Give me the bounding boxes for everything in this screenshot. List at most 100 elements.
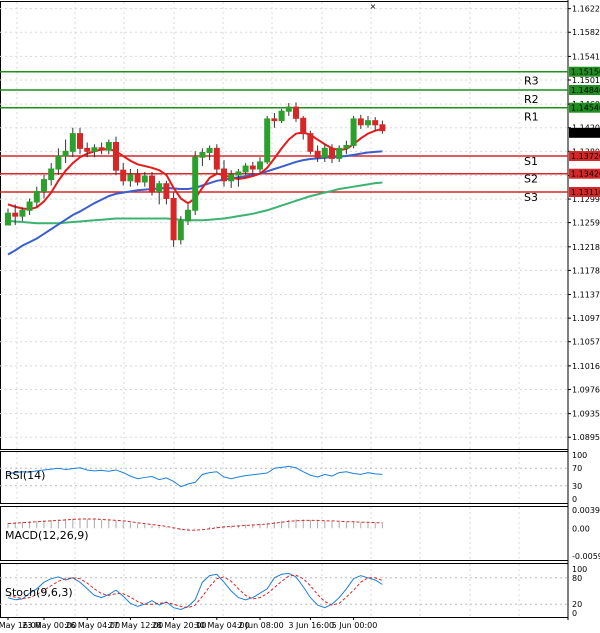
candle-body xyxy=(127,174,134,182)
candle-body xyxy=(372,120,379,126)
candle-body xyxy=(379,124,386,132)
pivot-price-tag-text: 1.14540 xyxy=(571,104,600,113)
candle-body xyxy=(321,147,328,158)
rsi-tick-label: 30 xyxy=(572,482,582,491)
candle-body xyxy=(62,150,69,157)
candle xyxy=(170,192,177,247)
candle-body xyxy=(350,118,357,146)
y-tick-label: 1.10160 xyxy=(572,362,600,371)
pivot-price-tag-text: 1.14840 xyxy=(571,86,600,95)
y-tick-label: 1.15410 xyxy=(572,52,600,61)
candle-body xyxy=(91,147,98,152)
candle-body xyxy=(141,175,148,183)
y-tick-label: 1.15820 xyxy=(572,28,600,37)
candle-body xyxy=(329,147,335,159)
panel-stoch xyxy=(0,563,569,618)
pivot-price-tag-text: 1.13720 xyxy=(571,152,600,161)
candle-body xyxy=(26,201,33,211)
candle-body xyxy=(55,155,62,170)
candle-body xyxy=(278,110,285,122)
stoch-label: Stoch(9,6,3) xyxy=(5,586,73,599)
x-tick-label: 5 Jun 00:00 xyxy=(332,621,378,630)
candle-body xyxy=(221,168,227,182)
candle-body xyxy=(120,169,127,182)
candle-body xyxy=(357,118,364,126)
pivot-price-tag-text: 1.13110 xyxy=(571,188,600,197)
y-tick-label: 1.11370 xyxy=(572,291,600,300)
candle-body xyxy=(192,156,199,211)
candle-body xyxy=(365,120,371,126)
candle-body xyxy=(343,144,350,149)
current-price-tag-text: 1.14114 xyxy=(571,129,600,138)
candle-body xyxy=(249,165,256,170)
candle-body xyxy=(19,209,26,217)
candle xyxy=(264,115,271,165)
candle-body xyxy=(235,171,242,176)
candle-body xyxy=(199,151,206,158)
candle-body xyxy=(228,174,235,182)
pivot-label-r2: R2 xyxy=(524,93,539,106)
stoch-tick-label: 20 xyxy=(572,600,582,609)
rsi-tick-label: 100 xyxy=(572,451,587,460)
candle-body xyxy=(149,175,155,192)
pivot-label-s3: S3 xyxy=(524,191,538,204)
candle-body xyxy=(12,212,19,217)
candle-body xyxy=(5,212,11,226)
y-tick-label: 1.09760 xyxy=(572,385,600,394)
candle-body xyxy=(257,161,263,170)
candle-body xyxy=(170,197,177,241)
panel-rsi xyxy=(0,451,569,504)
panel-main xyxy=(0,1,569,450)
candle xyxy=(350,115,357,149)
candle-body xyxy=(264,118,271,163)
rsi-tick-label: 0 xyxy=(572,495,577,504)
y-tick-label: 1.10570 xyxy=(572,338,600,347)
y-tick-label: 1.12180 xyxy=(572,243,600,252)
y-tick-label: 1.11780 xyxy=(572,266,600,275)
candle xyxy=(278,108,285,124)
candle-body xyxy=(242,165,249,173)
candle-body xyxy=(314,150,321,158)
pivot-label-s1: S1 xyxy=(524,155,538,168)
candle-body xyxy=(48,168,55,181)
candle-body xyxy=(84,147,91,152)
candle xyxy=(113,136,119,175)
candle-body xyxy=(77,133,83,149)
y-tick-label: 1.12590 xyxy=(572,219,600,228)
candle-body xyxy=(41,179,47,192)
candle-body xyxy=(134,174,141,183)
macd-label: MACD(12,26,9) xyxy=(5,529,89,542)
candle-body xyxy=(163,183,170,199)
candle-body xyxy=(206,147,213,153)
stoch-tick-label: 80 xyxy=(572,574,582,583)
y-tick-label: 1.16220 xyxy=(572,5,600,14)
candle-body xyxy=(105,141,112,151)
macd-tick-label: -0.00594 xyxy=(572,552,600,561)
candle-body xyxy=(33,190,40,203)
pivot-label-r1: R1 xyxy=(524,111,539,124)
rsi-label: RSI(14) xyxy=(5,469,45,482)
candle xyxy=(307,130,314,155)
y-tick-label: 1.15010 xyxy=(572,76,600,85)
candle-body xyxy=(113,141,119,171)
candle-body xyxy=(69,133,76,152)
macd-tick-label: 0.00392 xyxy=(572,506,600,515)
candle-body xyxy=(293,106,299,119)
y-tick-label: 1.08950 xyxy=(572,433,600,442)
candle-body xyxy=(213,147,220,170)
pivot-label-s2: S2 xyxy=(524,173,538,186)
candle-body xyxy=(307,133,314,152)
close-icon[interactable]: × xyxy=(370,2,377,11)
candle-body xyxy=(336,147,343,159)
rsi-tick-label: 70 xyxy=(572,464,582,473)
candle xyxy=(213,144,220,174)
chart-canvas: R3 R2 R1 S1 S2 S3 RSI(14) MACD(12,26,9) Stoch… xyxy=(0,0,600,630)
stoch-tick-label: 0 xyxy=(572,609,577,618)
macd-tick-label: 0.00 xyxy=(572,524,590,533)
candle xyxy=(177,216,184,245)
candle-body xyxy=(300,117,307,135)
pivot-price-tag-text: 1.13420 xyxy=(571,170,600,179)
candle xyxy=(192,151,199,215)
stoch-tick-label: 100 xyxy=(572,565,587,574)
pivot-price-tag-text: 1.15150 xyxy=(571,68,600,77)
